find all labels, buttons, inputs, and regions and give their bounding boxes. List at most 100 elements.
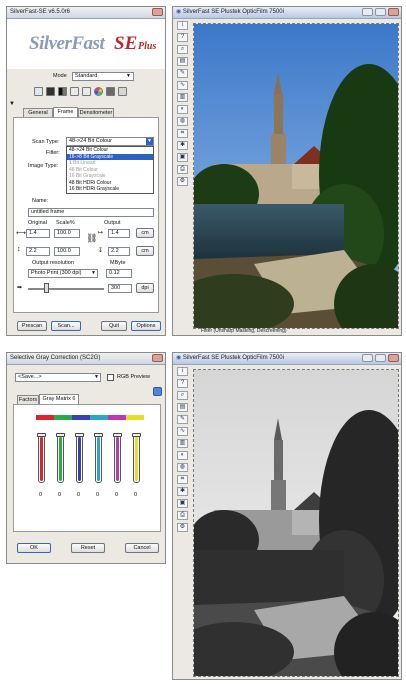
channel-slider[interactable] bbox=[76, 435, 83, 483]
color-icon[interactable]: ◍ bbox=[177, 117, 188, 126]
scan-type-option[interactable]: 16 Bit HDRi Grayscale bbox=[67, 186, 153, 193]
sgc-help-icon[interactable] bbox=[153, 387, 162, 396]
tab-densitometer[interactable]: Densitometer bbox=[78, 108, 114, 117]
question-icon[interactable]: ? bbox=[177, 33, 188, 42]
levels-icon[interactable]: ▤ bbox=[177, 57, 188, 66]
name-field[interactable]: untitled frame bbox=[28, 208, 154, 217]
sgc-preset-value: <Save...> bbox=[18, 374, 42, 380]
tab-frame[interactable]: Frame bbox=[53, 107, 78, 117]
crop-icon[interactable]: ⌗ bbox=[177, 129, 188, 138]
print-icon[interactable]: ⎙ bbox=[177, 165, 188, 174]
gradation-icon[interactable]: ∿ bbox=[177, 427, 188, 436]
col-original: Original bbox=[28, 220, 47, 226]
neg-fix-icon[interactable]: ◐ bbox=[177, 451, 188, 460]
levels-icon[interactable] bbox=[46, 87, 55, 96]
output-width-icon: ↦ bbox=[98, 230, 104, 236]
collapse-triangle-icon[interactable]: ▼ bbox=[9, 101, 15, 107]
loupe-icon[interactable] bbox=[34, 87, 43, 96]
loupe-icon[interactable]: ⌕ bbox=[177, 45, 188, 54]
resolution-slider-track[interactable] bbox=[28, 288, 104, 290]
channel-slider[interactable] bbox=[38, 435, 45, 483]
channel-value: 0 bbox=[77, 492, 81, 498]
maximize-button[interactable] bbox=[375, 354, 386, 362]
height-original-field[interactable]: 2.2 bbox=[26, 247, 50, 256]
scan-type-select[interactable]: 48->24 Bit Colour ▼ bbox=[66, 137, 154, 146]
channel-slider-knob[interactable] bbox=[75, 433, 84, 437]
chevron-down-icon: ▼ bbox=[91, 270, 96, 276]
tab-gray-matrix[interactable]: Gray Matrix 6 bbox=[39, 394, 79, 404]
height-scale-field[interactable]: 100.0 bbox=[54, 247, 80, 256]
output-resolution-select[interactable]: Photo Print (300 dpi) ▼ bbox=[28, 269, 98, 278]
width-unit-button[interactable]: cm bbox=[136, 228, 154, 238]
ok-button[interactable]: OK bbox=[17, 543, 51, 553]
color-wheel-icon[interactable] bbox=[94, 87, 103, 96]
channel-slider[interactable] bbox=[114, 435, 121, 483]
channel-slider-knob[interactable] bbox=[56, 433, 65, 437]
save-icon[interactable]: ▣ bbox=[177, 153, 188, 162]
channel-slider[interactable] bbox=[95, 435, 102, 483]
settings-icon[interactable]: ⚙ bbox=[177, 523, 188, 532]
eyedropper-icon[interactable] bbox=[82, 87, 91, 96]
info-icon[interactable]: i bbox=[177, 21, 188, 30]
print-icon[interactable]: ⎙ bbox=[177, 511, 188, 520]
sgc-preset-select[interactable]: <Save...> ▼ bbox=[15, 373, 101, 382]
question-icon[interactable]: ? bbox=[177, 379, 188, 388]
gradation-icon[interactable]: ∿ bbox=[177, 81, 188, 90]
grain-icon[interactable]: ✱ bbox=[177, 141, 188, 150]
options-button[interactable]: Options bbox=[131, 321, 161, 331]
close-button[interactable] bbox=[152, 354, 163, 362]
width-original-field[interactable]: 1.4 bbox=[26, 229, 50, 238]
width-output-field[interactable]: 1.4 bbox=[108, 229, 130, 238]
height-unit-button[interactable]: cm bbox=[136, 246, 154, 256]
close-button[interactable] bbox=[388, 8, 399, 16]
grain-icon[interactable]: ✱ bbox=[177, 487, 188, 496]
channel-slider[interactable] bbox=[57, 435, 64, 483]
channel-slider-knob[interactable] bbox=[94, 433, 103, 437]
settings-icon[interactable]: ⚙ bbox=[177, 177, 188, 186]
save-icon[interactable]: ▣ bbox=[177, 499, 188, 508]
histogram-icon[interactable]: ▥ bbox=[177, 439, 188, 448]
link-chain-icon[interactable]: ⛓ bbox=[86, 233, 97, 244]
close-button[interactable] bbox=[152, 8, 163, 16]
loupe-icon[interactable]: ⌕ bbox=[177, 391, 188, 400]
quit-button[interactable]: Quit bbox=[101, 321, 127, 331]
channel-slider[interactable] bbox=[133, 435, 140, 483]
levels-icon[interactable]: ▤ bbox=[177, 403, 188, 412]
histogram-icon[interactable] bbox=[58, 87, 67, 96]
prescan-button[interactable]: Prescan bbox=[17, 321, 47, 331]
channel-slider-knob[interactable] bbox=[113, 433, 122, 437]
mode-select[interactable]: Standard ▼ bbox=[72, 72, 134, 81]
eyedropper-icon[interactable]: ✎ bbox=[177, 69, 188, 78]
scan-button[interactable]: Scan... bbox=[51, 321, 81, 331]
width-scale-field[interactable]: 100.0 bbox=[54, 229, 80, 238]
eyedropper-icon[interactable]: ✎ bbox=[177, 415, 188, 424]
resolution-slider-thumb[interactable] bbox=[44, 283, 49, 293]
unsharp-icon[interactable] bbox=[118, 87, 127, 96]
cancel-button[interactable]: Cancel bbox=[125, 543, 159, 553]
minimize-button[interactable] bbox=[362, 8, 373, 16]
channel-color-swatch bbox=[54, 415, 72, 420]
dpi-field[interactable]: 300 bbox=[108, 284, 132, 293]
histogram-icon[interactable]: ▥ bbox=[177, 93, 188, 102]
sgc-title: Selective Gray Correction (SC2G) bbox=[7, 353, 165, 365]
gradation-icon[interactable] bbox=[70, 87, 79, 96]
tab-general[interactable]: General bbox=[23, 108, 53, 117]
height-output-field[interactable]: 2.2 bbox=[108, 247, 130, 256]
neg-fix-icon[interactable]: ◐ bbox=[177, 105, 188, 114]
channel-slider-knob[interactable] bbox=[37, 433, 46, 437]
scan-type-value: 48->24 Bit Colour bbox=[69, 138, 112, 144]
preview-image-grayscale[interactable] bbox=[193, 369, 399, 677]
reset-button[interactable]: Reset bbox=[71, 543, 105, 553]
maximize-button[interactable] bbox=[375, 8, 386, 16]
info-icon[interactable]: i bbox=[177, 367, 188, 376]
color-icon[interactable]: ◍ bbox=[177, 463, 188, 472]
minimize-button[interactable] bbox=[362, 354, 373, 362]
channel-slider-knob[interactable] bbox=[132, 433, 141, 437]
neg-fix-icon[interactable] bbox=[106, 87, 115, 96]
crop-icon[interactable]: ⌗ bbox=[177, 475, 188, 484]
rgb-preview-checkbox[interactable] bbox=[107, 374, 114, 381]
dpi-unit-button[interactable]: dpi bbox=[136, 283, 154, 293]
preview-image-color[interactable] bbox=[193, 23, 399, 329]
close-button[interactable] bbox=[388, 354, 399, 362]
tab-factors[interactable]: Factors bbox=[17, 395, 39, 404]
